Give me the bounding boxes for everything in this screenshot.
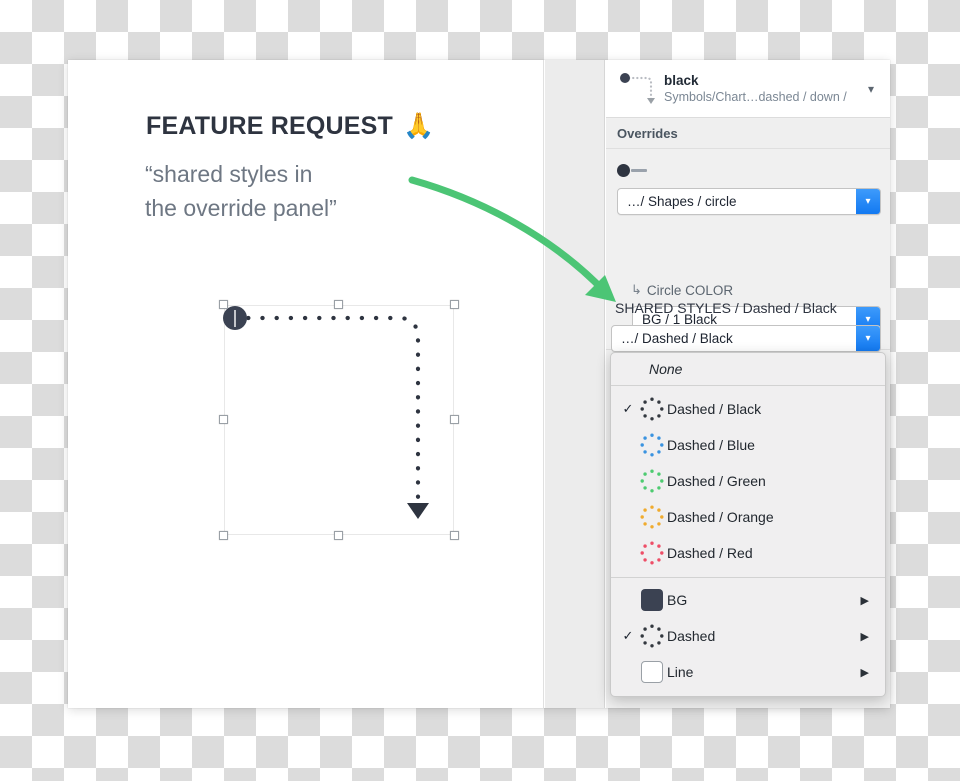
resize-handle-bottom-right[interactable] xyxy=(450,531,459,540)
symbol-name: black xyxy=(664,72,699,88)
dropdown-group-label: Dashed xyxy=(667,628,716,644)
line-icon xyxy=(631,169,647,172)
dropdown-style-label: Dashed / Blue xyxy=(667,437,755,453)
dropdown-group-label: Line xyxy=(667,664,694,680)
circle-color-label: Circle COLOR xyxy=(646,282,734,298)
symbol-thumbnail-icon xyxy=(616,69,660,109)
shared-styles-value: …/ Dashed / Black xyxy=(621,331,733,346)
selection-bounds[interactable] xyxy=(219,300,459,540)
filled-square-icon xyxy=(637,587,667,613)
dropdown-group-item[interactable]: Line ▶ xyxy=(611,654,885,690)
dropdown-item-none[interactable]: None xyxy=(611,353,885,385)
dropdown-group-item[interactable]: ✓ Dashed ▶ xyxy=(611,618,885,654)
submenu-arrow-icon[interactable]: ▶ xyxy=(861,594,869,607)
dashed-path-shape[interactable] xyxy=(223,305,454,535)
circle-color-label-row: ↳ Circle COLOR xyxy=(631,282,733,298)
quote-line-1: “shared styles in xyxy=(145,161,313,187)
arrowhead-cap xyxy=(407,503,429,519)
dropdown-style-item[interactable]: Dashed / Blue xyxy=(611,427,885,463)
corner-arrow-icon: ↳ xyxy=(631,282,642,297)
dropdown-group-label: BG xyxy=(667,592,688,608)
dropdown-style-label: Dashed / Orange xyxy=(667,509,774,525)
check-icon: ✓ xyxy=(622,628,634,643)
override-shape-value: …/ Shapes / circle xyxy=(627,194,737,209)
chevron-down-icon[interactable]: ▾ xyxy=(862,82,880,96)
dropdown-style-item[interactable]: Dashed / Orange xyxy=(611,499,885,535)
resize-handle-bottom-left[interactable] xyxy=(219,531,228,540)
page-title: FEATURE REQUEST xyxy=(146,112,393,140)
shared-styles-dropdown-menu[interactable]: None ✓ Dashed / Black Dashed / Blue Dashed … xyxy=(610,352,886,697)
resize-handle-middle-right[interactable] xyxy=(450,415,459,424)
overrides-section-header: Overrides xyxy=(606,119,890,149)
dropdown-style-item[interactable]: Dashed / Red xyxy=(611,535,885,571)
dotted-circle-icon xyxy=(637,432,667,458)
override-thumbnail xyxy=(617,164,647,177)
circle-dot-icon xyxy=(617,164,630,177)
overrides-label: Overrides xyxy=(617,126,678,141)
dotted-circle-icon xyxy=(637,396,667,422)
resize-handle-top-right[interactable] xyxy=(450,300,459,309)
override-shape-select[interactable]: …/ Shapes / circle ▾ xyxy=(617,188,881,215)
symbol-header[interactable]: black Symbols/Chart…dashed / down / ▾ xyxy=(606,60,890,118)
symbol-text-block: black Symbols/Chart…dashed / down / xyxy=(660,72,862,106)
chevron-down-icon[interactable]: ▾ xyxy=(856,326,880,351)
symbol-path: Symbols/Chart…dashed / down / xyxy=(664,89,847,104)
dropdown-style-item[interactable]: Dashed / Green xyxy=(611,463,885,499)
quote-line-2: the override panel” xyxy=(145,195,337,221)
shared-styles-select[interactable]: …/ Dashed / Black ▾ xyxy=(611,325,881,352)
chevron-down-icon[interactable]: ▾ xyxy=(856,189,880,214)
headline-row: FEATURE REQUEST 🙏 xyxy=(146,112,434,141)
canvas-gutter xyxy=(545,60,605,708)
canvas-area[interactable]: FEATURE REQUEST 🙏 “shared styles in the … xyxy=(68,60,544,708)
resize-handle-middle-left[interactable] xyxy=(219,415,228,424)
resize-handle-top-left[interactable] xyxy=(219,300,228,309)
resize-handle-bottom-center[interactable] xyxy=(334,531,343,540)
dropdown-style-label: Dashed / Black xyxy=(667,401,762,417)
folded-hands-emoji: 🙏 xyxy=(403,112,435,140)
dotted-circle-icon xyxy=(637,504,667,530)
dotted-circle-icon xyxy=(637,623,667,649)
dropdown-style-label: Dashed / Red xyxy=(667,545,753,561)
submenu-arrow-icon[interactable]: ▶ xyxy=(861,666,869,679)
dotted-circle-icon xyxy=(637,540,667,566)
dropdown-style-list: ✓ Dashed / Black Dashed / Blue Dashed / Gre… xyxy=(611,386,885,577)
dotted-circle-icon xyxy=(637,468,667,494)
outline-square-icon xyxy=(637,659,667,685)
shared-styles-title: SHARED STYLES / Dashed / Black xyxy=(615,300,837,316)
dropdown-style-label: Dashed / Green xyxy=(667,473,766,489)
quote-text: “shared styles in the override panel” xyxy=(145,157,445,225)
resize-handle-top-center[interactable] xyxy=(334,300,343,309)
dropdown-group-item[interactable]: BG ▶ xyxy=(611,582,885,618)
dropdown-group-list: BG ▶ ✓ Dashed ▶ Line ▶ xyxy=(611,578,885,696)
dotted-stroke xyxy=(231,315,421,503)
submenu-arrow-icon[interactable]: ▶ xyxy=(861,630,869,643)
dropdown-style-item[interactable]: ✓ Dashed / Black xyxy=(611,391,885,427)
check-icon: ✓ xyxy=(622,401,634,416)
